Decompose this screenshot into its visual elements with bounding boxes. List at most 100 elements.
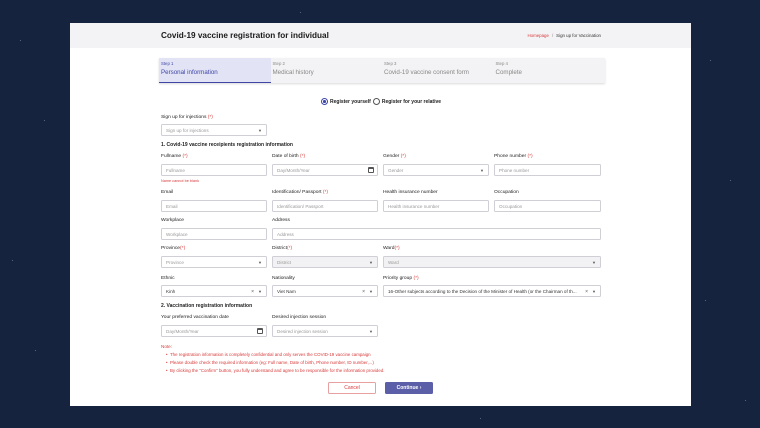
- caret-down-icon: ▼: [369, 329, 373, 334]
- step-personal-information: Step 1 Personal information: [159, 58, 271, 83]
- nationality-label: Nationality: [272, 276, 295, 281]
- label-text: Province: [161, 246, 181, 251]
- label-text: Identification/ Passport: [272, 190, 322, 195]
- fullname-input[interactable]: Fullname: [161, 164, 267, 176]
- radio-checked-icon[interactable]: [321, 98, 328, 105]
- priority-group-select[interactable]: 16-Other subjects according to the Decis…: [383, 285, 601, 297]
- fullname-error: Name cannot be blank: [161, 179, 199, 183]
- required-mark: (*): [413, 276, 419, 281]
- clear-icon[interactable]: ×: [362, 289, 365, 295]
- input-placeholder: Workplace: [166, 232, 188, 237]
- clear-icon[interactable]: ×: [251, 289, 254, 295]
- register-relative-label: Register for your relative: [381, 98, 442, 105]
- workplace-label: Workplace: [161, 218, 184, 223]
- card-header: Covid-19 vaccine registration for indivi…: [70, 23, 691, 48]
- id-passport-label: Identification/ Passport (*): [272, 190, 328, 195]
- label-text: District: [272, 246, 287, 251]
- step-label: Medical history: [272, 69, 314, 76]
- ward-label: Ward(*): [383, 246, 400, 251]
- input-placeholder: Email: [166, 204, 178, 209]
- radio-unchecked-icon[interactable]: [372, 98, 380, 105]
- province-select[interactable]: Province ▼: [161, 256, 267, 268]
- continue-button[interactable]: Continue ›: [385, 382, 433, 394]
- select-value: Viet Nam: [277, 289, 296, 294]
- select-placeholder: Ward: [388, 260, 399, 265]
- vaccination-date-input[interactable]: Day/Month/Year: [161, 325, 267, 337]
- page-title: Covid-19 vaccine registration for indivi…: [161, 31, 329, 40]
- register-yourself-option[interactable]: Register yourself: [321, 98, 371, 105]
- section-recipient-info-title: 1. Covid-19 vaccine receipients registra…: [161, 142, 293, 148]
- caret-down-icon: ▼: [592, 260, 596, 265]
- label-text: Occupation: [494, 190, 519, 195]
- required-mark: (*): [207, 115, 213, 120]
- step-number: Step 2: [272, 61, 285, 66]
- select-value: Kinh: [166, 289, 176, 294]
- province-label: Province(*): [161, 246, 185, 251]
- select-placeholder: Sign up for injections: [166, 128, 209, 133]
- priority-group-label: Priority group (*): [383, 276, 419, 281]
- occupation-input[interactable]: Occupation: [494, 200, 601, 212]
- gender-select[interactable]: Gender ▼: [383, 164, 489, 176]
- phone-input[interactable]: Phone number: [494, 164, 601, 176]
- required-mark: (*): [286, 246, 293, 251]
- fullname-label: Fullname (*): [161, 154, 188, 159]
- calendar-icon[interactable]: [368, 167, 374, 173]
- phone-label: Phone number (*): [494, 154, 533, 159]
- register-yourself-label: Register yourself: [330, 98, 371, 105]
- select-value: 16-Other subjects according to the Decis…: [388, 289, 577, 294]
- label-text: Ethnic: [161, 276, 175, 281]
- step-consent-form: Step 3 Covid-19 vaccine consent form: [382, 58, 494, 83]
- email-input[interactable]: Email: [161, 200, 267, 212]
- input-placeholder: Identification/ Passport: [277, 204, 324, 209]
- address-input[interactable]: Address: [272, 228, 601, 240]
- register-for-group: Register yourself Register for your rela…: [321, 98, 443, 105]
- select-placeholder: Province: [166, 260, 184, 265]
- caret-down-icon: ▼: [369, 289, 373, 294]
- injection-session-select[interactable]: Desired injection session ▼: [272, 325, 378, 337]
- note-list: The registration information is complete…: [166, 352, 384, 376]
- label-text: Date of birth: [272, 154, 299, 159]
- dob-input[interactable]: Day/Month/Year: [272, 164, 378, 176]
- required-mark: (*): [182, 154, 188, 159]
- ethnic-label: Ethnic: [161, 276, 175, 281]
- ethnic-select[interactable]: Kinh × ▼: [161, 285, 267, 297]
- injection-session-label: Desired injection session: [272, 315, 327, 320]
- input-placeholder: Day/Month/Year: [166, 329, 199, 334]
- district-label: District(*): [272, 246, 292, 251]
- breadcrumb: Homepage / Sign up for Vaccination: [527, 33, 601, 38]
- caret-down-icon: ▼: [592, 289, 596, 294]
- nationality-select[interactable]: Viet Nam × ▼: [272, 285, 378, 297]
- required-mark: (*): [180, 246, 186, 251]
- cancel-button[interactable]: Cancel: [328, 382, 376, 394]
- workplace-input[interactable]: Workplace: [161, 228, 267, 240]
- select-placeholder: District: [277, 260, 292, 265]
- breadcrumb-current: Sign up for Vaccination: [556, 33, 601, 38]
- clear-icon[interactable]: ×: [585, 289, 588, 295]
- step-complete: Step 4 Complete: [494, 58, 606, 83]
- step-medical-history: Step 2 Medical history: [271, 58, 383, 83]
- step-progress: Step 1 Personal information Step 2 Medic…: [159, 58, 605, 83]
- note-item: The registration information is complete…: [166, 352, 384, 357]
- input-placeholder: Address: [277, 232, 294, 237]
- district-select[interactable]: District ▼: [272, 256, 378, 268]
- id-passport-input[interactable]: Identification/ Passport: [272, 200, 378, 212]
- signup-injections-select[interactable]: Sign up for injections ▼: [161, 124, 267, 136]
- step-label: Covid-19 vaccine consent form: [384, 69, 469, 76]
- breadcrumb-home-link[interactable]: Homepage: [527, 33, 548, 38]
- required-mark: (*): [394, 246, 400, 251]
- label-text: Priority group: [383, 276, 413, 281]
- email-label: Email: [161, 190, 173, 195]
- label-text: Ward: [383, 246, 395, 251]
- ward-select[interactable]: Ward ▼: [383, 256, 601, 268]
- signup-injections-label: Sign up for injections (*): [161, 115, 213, 120]
- continue-label: Continue: [396, 385, 419, 391]
- calendar-icon[interactable]: [257, 328, 263, 334]
- register-relative-option[interactable]: Register for your relative: [372, 98, 442, 105]
- breadcrumb-separator: /: [551, 33, 554, 38]
- label-text: Fullname: [161, 154, 182, 159]
- input-placeholder: Occupation: [499, 204, 523, 209]
- note-item: By clicking the "Confirm" button, you fu…: [166, 368, 384, 373]
- insurance-input[interactable]: Health insurance number: [383, 200, 489, 212]
- select-placeholder: Desired injection session: [277, 329, 328, 334]
- label-text: Workplace: [161, 218, 185, 223]
